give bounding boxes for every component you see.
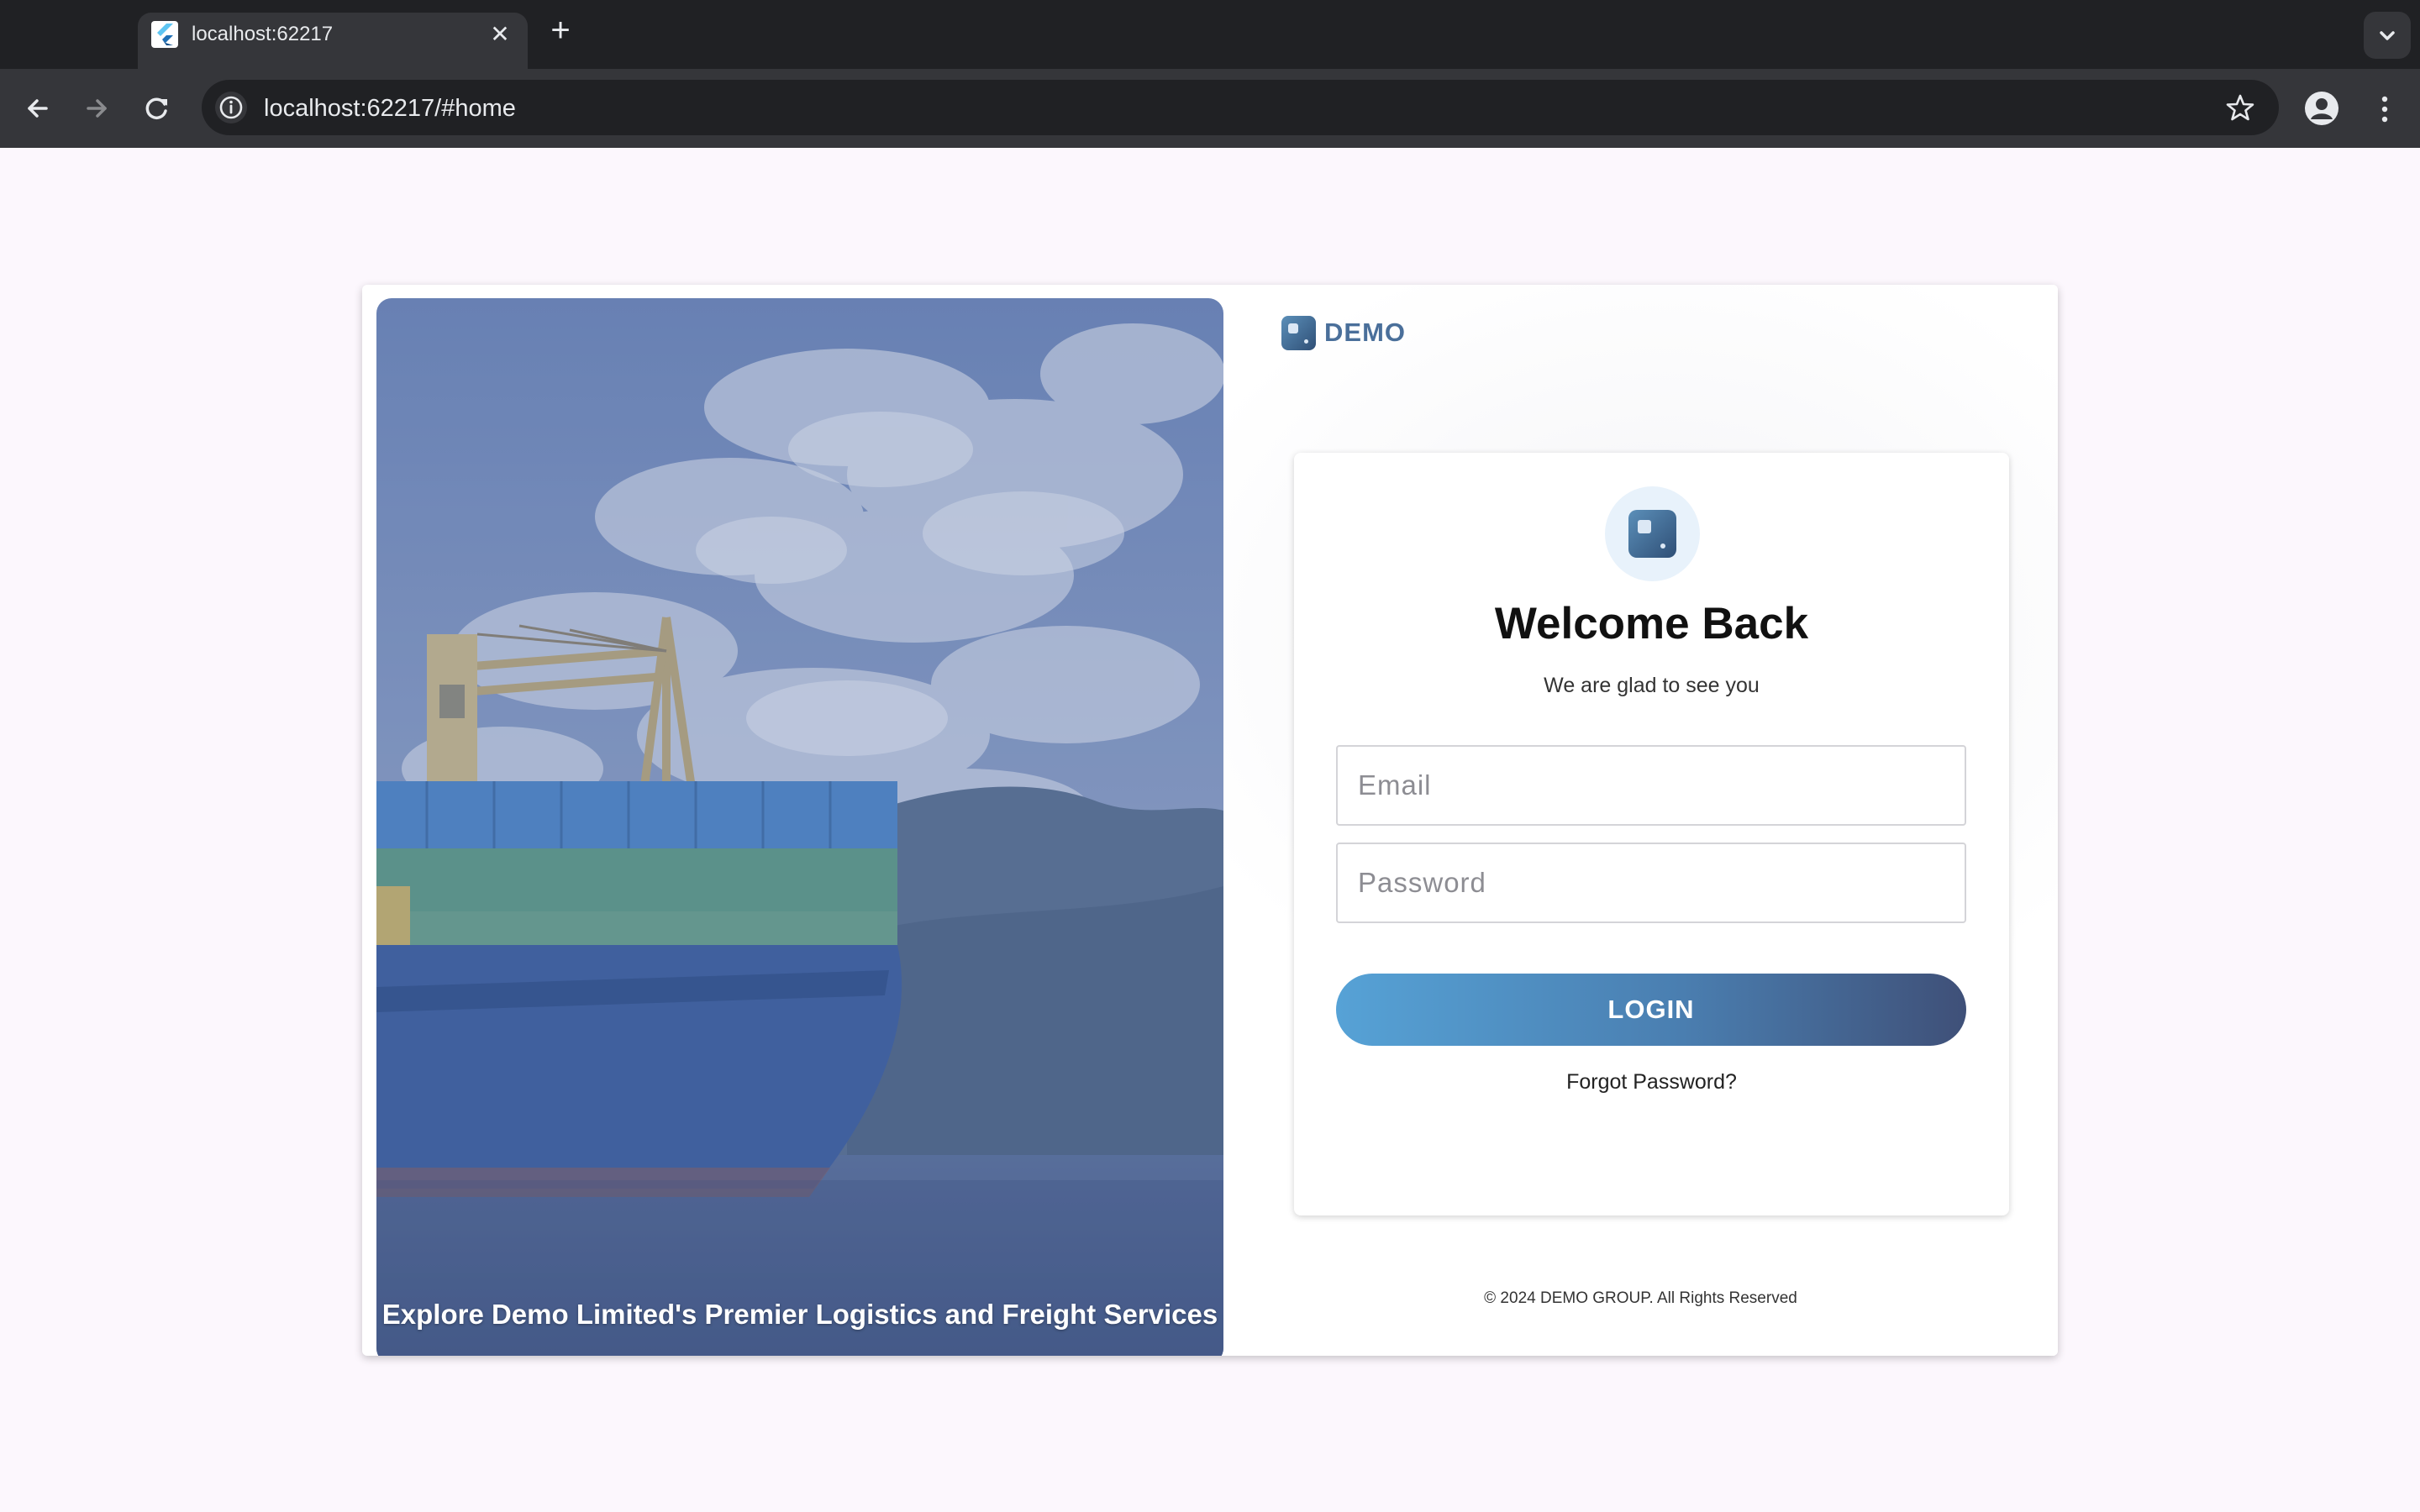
hero-image: Explore Demo Limited's Premier Logistics… bbox=[376, 298, 1223, 1356]
brand-logo: DEMO bbox=[1281, 314, 1406, 351]
address-bar[interactable]: localhost:62217/#home bbox=[202, 80, 2279, 135]
browser-toolbar: localhost:62217/#home bbox=[0, 69, 2420, 148]
address-url: localhost:62217/#home bbox=[264, 95, 516, 122]
brand-name: DEMO bbox=[1324, 318, 1406, 347]
more-vert-icon[interactable] bbox=[2370, 91, 2400, 128]
login-subtitle: We are glad to see you bbox=[1544, 674, 1760, 697]
login-form: Welcome Back We are glad to see you LOGI… bbox=[1294, 453, 2009, 1215]
demo-logo-icon bbox=[1281, 315, 1316, 350]
login-title: Welcome Back bbox=[1494, 599, 1809, 648]
hero-caption: Explore Demo Limited's Premier Logistics… bbox=[381, 1299, 1218, 1330]
flutter-favicon-icon bbox=[151, 21, 178, 48]
copyright-footer: © 2024 DEMO GROUP. All Rights Reserved bbox=[1484, 1289, 1797, 1307]
profile-icon[interactable] bbox=[2305, 92, 2338, 125]
info-icon[interactable] bbox=[215, 92, 247, 123]
star-icon[interactable] bbox=[2225, 92, 2255, 123]
password-field[interactable] bbox=[1336, 843, 1966, 923]
browser-tab-strip: localhost:62217 ✕ + bbox=[0, 0, 2420, 69]
chevron-down-icon[interactable] bbox=[2364, 12, 2411, 59]
plus-icon[interactable]: + bbox=[546, 13, 575, 47]
demo-logo-icon bbox=[1628, 510, 1676, 558]
forward-arrow-icon[interactable] bbox=[77, 89, 116, 128]
email-field[interactable] bbox=[1336, 745, 1966, 826]
close-icon[interactable]: ✕ bbox=[487, 23, 513, 48]
reload-icon[interactable] bbox=[138, 89, 176, 128]
login-card-container: Explore Demo Limited's Premier Logistics… bbox=[362, 285, 2058, 1356]
browser-tab[interactable]: localhost:62217 ✕ bbox=[138, 13, 528, 69]
back-arrow-icon[interactable] bbox=[18, 89, 57, 128]
login-button[interactable]: LOGIN bbox=[1336, 974, 1966, 1046]
login-logo bbox=[1605, 486, 1700, 581]
tab-title: localhost:62217 bbox=[192, 23, 334, 45]
forgot-password-link[interactable]: Forgot Password? bbox=[1294, 1069, 2009, 1095]
page-viewport: Explore Demo Limited's Premier Logistics… bbox=[0, 148, 2420, 1512]
